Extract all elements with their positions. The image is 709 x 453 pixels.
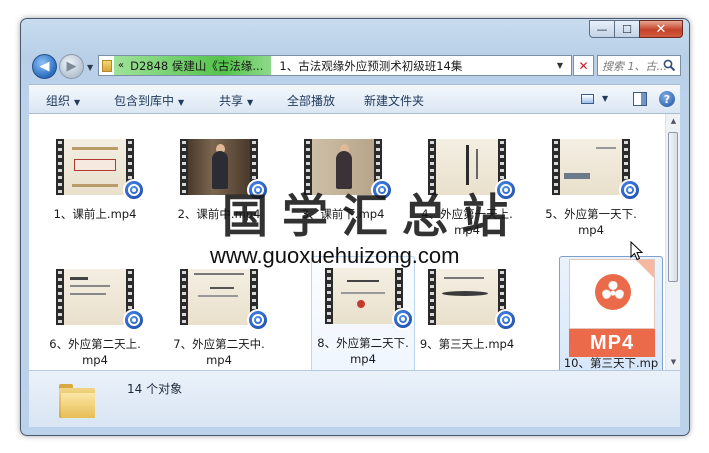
video-player-icon xyxy=(247,309,269,331)
file-name: 1、课前上.mp4 xyxy=(53,207,137,221)
maximize-button[interactable]: ☐ xyxy=(614,20,640,38)
file-name: 7、外应第二天中.mp4 xyxy=(173,337,265,367)
file-name: 8、外应第二天下.mp4 xyxy=(317,336,409,366)
include-in-library-menu[interactable]: 包含到库中 ▼ xyxy=(114,92,184,109)
chevron-down-icon: ▼ xyxy=(247,98,254,107)
play-all-button[interactable]: 全部播放 xyxy=(287,92,335,109)
help-icon[interactable]: ? xyxy=(659,91,675,107)
file-name: 5、外应第一天下.mp4 xyxy=(545,207,637,237)
caption-buttons: — ☐ ✕ xyxy=(589,20,683,38)
recent-pages-dropdown-icon[interactable]: ▼ xyxy=(87,63,93,72)
vertical-scrollbar[interactable]: ▲ ▼ xyxy=(665,114,680,370)
folder-icon xyxy=(102,59,112,72)
minimize-button[interactable]: — xyxy=(589,20,615,38)
share-menu[interactable]: 共享 ▼ xyxy=(219,92,253,109)
search-input[interactable]: 搜索 1、古... xyxy=(597,55,681,76)
folder-icon xyxy=(59,384,95,418)
file-item[interactable]: 6、外应第二天上.mp4 xyxy=(43,258,147,370)
organize-label: 组织 xyxy=(46,94,71,108)
breadcrumb-parent[interactable]: « D2848 侯建山《古法缘... xyxy=(114,56,272,75)
stop-button[interactable]: ✕ xyxy=(573,55,594,76)
view-options-dropdown-icon[interactable]: ▼ xyxy=(602,94,608,103)
video-player-icon xyxy=(619,179,641,201)
watermark-chinese: 国学汇总站 xyxy=(222,189,522,243)
video-player-icon xyxy=(392,308,414,330)
file-item[interactable]: 1、课前上.mp4 xyxy=(43,128,147,258)
file-item-selected[interactable]: MP4 10、第三天下.mp4 xyxy=(559,256,663,370)
breadcrumb-overflow-chevron[interactable]: « xyxy=(118,60,124,71)
video-player-icon xyxy=(123,179,145,201)
file-item[interactable]: 5、外应第一天下.mp4 xyxy=(539,128,643,258)
file-item-hover[interactable]: 8、外应第二天下.mp4 xyxy=(311,256,415,370)
organize-menu[interactable]: 组织 ▼ xyxy=(46,92,80,109)
mp4-file-icon: MP4 xyxy=(569,259,655,357)
scroll-down-arrow[interactable]: ▼ xyxy=(668,357,679,368)
close-button[interactable]: ✕ xyxy=(639,20,683,38)
file-item[interactable]: 9、第三天上.mp4 xyxy=(415,258,519,370)
preview-pane-icon[interactable] xyxy=(633,92,647,106)
change-view-icon[interactable] xyxy=(581,94,594,104)
scroll-up-arrow[interactable]: ▲ xyxy=(668,116,679,127)
new-folder-button[interactable]: 新建文件夹 xyxy=(364,92,424,109)
file-name: 6、外应第二天上.mp4 xyxy=(49,337,141,367)
address-bar[interactable]: « D2848 侯建山《古法缘... 1、古法观缘外应预测术初级班14集 ▼ xyxy=(98,55,572,76)
file-name: 10、第三天下.mp4 xyxy=(563,356,659,370)
video-player-icon xyxy=(495,309,517,331)
search-icon[interactable] xyxy=(663,59,676,72)
details-pane: 14 个对象 xyxy=(29,370,680,427)
file-item[interactable]: 7、外应第二天中.mp4 xyxy=(167,258,271,370)
address-dropdown-icon[interactable]: ▼ xyxy=(557,61,563,70)
chevron-down-icon: ▼ xyxy=(178,98,185,107)
search-placeholder: 搜索 1、古... xyxy=(602,59,667,73)
navigation-bar: ◀ ▶ ▼ « D2848 侯建山《古法缘... 1、古法观缘外应预测术初级班1… xyxy=(30,54,681,80)
command-bar: 组织 ▼ 包含到库中 ▼ 共享 ▼ 全部播放 新建文件夹 ▼ ? xyxy=(29,84,680,114)
watermark-url: www.guoxuehuizong.com xyxy=(210,243,460,268)
mp4-icon-text: MP4 xyxy=(569,329,655,357)
include-in-library-label: 包含到库中 xyxy=(114,94,175,108)
forward-button[interactable]: ▶ xyxy=(59,54,84,79)
breadcrumb-parent-label: D2848 侯建山《古法缘... xyxy=(130,58,264,73)
back-button[interactable]: ◀ xyxy=(32,54,57,79)
breadcrumb-current[interactable]: 1、古法观缘外应预测术初级班14集 xyxy=(271,58,462,74)
mouse-cursor-icon xyxy=(630,241,644,261)
object-count: 14 个对象 xyxy=(127,382,183,396)
share-label: 共享 xyxy=(219,94,244,108)
chevron-down-icon: ▼ xyxy=(74,98,81,107)
video-player-icon xyxy=(123,309,145,331)
scroll-thumb[interactable] xyxy=(668,132,678,282)
file-name: 9、第三天上.mp4 xyxy=(419,337,515,351)
